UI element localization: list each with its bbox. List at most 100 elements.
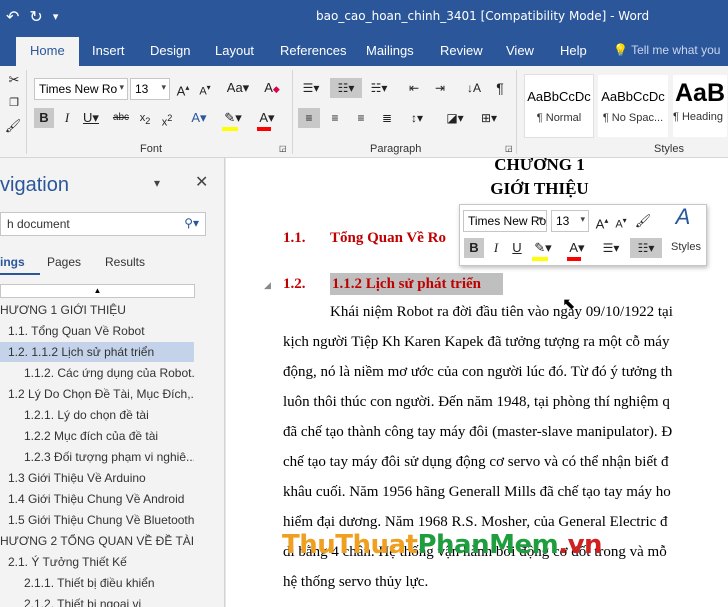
- align-center-icon[interactable]: ≡: [324, 108, 346, 128]
- customize-qat-icon[interactable]: ▾: [53, 10, 59, 26]
- mini-format-painter-icon[interactable]: 🖌: [632, 211, 654, 231]
- body-line[interactable]: chế tạo tay máy đôi sử dụng động cơ serv…: [283, 454, 669, 471]
- bold-button[interactable]: B: [34, 108, 54, 128]
- change-case-icon[interactable]: Aa▾: [224, 78, 252, 98]
- tab-references[interactable]: References: [280, 43, 346, 58]
- line-spacing-icon[interactable]: ↕▾: [404, 108, 430, 128]
- paragraph-dialog-launcher-icon[interactable]: ◲: [505, 144, 513, 154]
- strikethrough-button[interactable]: abc: [110, 108, 132, 128]
- borders-icon[interactable]: ⊞▾: [476, 108, 502, 128]
- nav-heading[interactable]: 1.2.2 Mục đích của đề tài: [0, 426, 194, 446]
- nav-heading[interactable]: 1.5 Giới Thiệu Chung Về Bluetooth: [0, 510, 194, 530]
- nav-heading[interactable]: 1.4 Giới Thiệu Chung Về Android: [0, 489, 194, 509]
- style-no-spacing[interactable]: AaBbCcDc ¶ No Spac...: [597, 74, 669, 138]
- mini-italic-button[interactable]: I: [487, 238, 505, 258]
- nav-tab-headings[interactable]: ings: [0, 255, 25, 269]
- font-dialog-launcher-icon[interactable]: ◲: [279, 144, 287, 154]
- bullets-icon[interactable]: ☰▾: [298, 78, 324, 98]
- show-formatting-icon[interactable]: ¶: [490, 78, 510, 98]
- decrease-indent-icon[interactable]: ⇤: [404, 78, 424, 98]
- mini-bold-button[interactable]: B: [464, 238, 484, 258]
- mini-font-size-combo[interactable]: 13 ▾: [551, 210, 589, 232]
- align-right-icon[interactable]: ≡: [350, 108, 372, 128]
- font-color-icon[interactable]: A▾: [254, 108, 280, 131]
- body-line[interactable]: kịch người Tiệp Kh Karen Kapek đã tưởng …: [283, 334, 669, 351]
- close-icon[interactable]: ✕: [195, 172, 208, 192]
- mini-numbering-icon[interactable]: ☷▾: [630, 238, 662, 258]
- mini-styles-icon[interactable]: A: [668, 206, 698, 228]
- clear-formatting-icon[interactable]: A◆: [262, 78, 282, 99]
- collapse-heading-icon[interactable]: ◢: [264, 280, 271, 291]
- body-line[interactable]: luôn thôi thúc con người. Đến năm 1948, …: [283, 394, 670, 411]
- highlight-icon[interactable]: ✎▾: [220, 108, 246, 131]
- tab-layout[interactable]: Layout: [215, 43, 254, 58]
- nav-heading-selected[interactable]: 1.2. 1.1.2 Lịch sử phát triển: [0, 342, 194, 362]
- undo-icon[interactable]: ↶: [6, 7, 19, 26]
- sort-icon[interactable]: ↓A: [464, 78, 484, 98]
- font-size-combo[interactable]: 13 ▾: [130, 78, 170, 100]
- cut-icon[interactable]: ✂: [6, 70, 22, 90]
- nav-heading[interactable]: 2.1.1. Thiết bị điều khiển: [0, 573, 194, 593]
- body-line[interactable]: hiểm đại dương. Năm 1968 R.S. Mosher, củ…: [283, 514, 668, 531]
- tab-design[interactable]: Design: [150, 43, 190, 58]
- mini-bullets-icon[interactable]: ☰▾: [598, 238, 624, 258]
- nav-heading[interactable]: 2.1. Ý Tưởng Thiết Kế: [0, 552, 194, 572]
- nav-heading[interactable]: HƯƠNG 1 GIỚI THIỆU: [0, 300, 194, 320]
- increase-indent-icon[interactable]: ⇥: [430, 78, 450, 98]
- mini-grow-font-icon[interactable]: A▴: [593, 211, 611, 234]
- search-icon[interactable]: ⚲▾: [184, 216, 199, 230]
- redo-icon[interactable]: ↻: [29, 7, 42, 26]
- nav-heading[interactable]: 1.3 Giới Thiệu Về Arduino: [0, 468, 194, 488]
- shading-icon[interactable]: ◪▾: [442, 108, 468, 128]
- superscript-button[interactable]: x2: [158, 108, 176, 133]
- body-line[interactable]: khâu cuối. Năm 1956 hãng Generall Mills …: [283, 484, 671, 501]
- nav-tab-pages[interactable]: Pages: [47, 255, 81, 269]
- mini-highlight-icon[interactable]: ✎▾: [530, 238, 556, 261]
- nav-tab-results[interactable]: Results: [105, 255, 145, 269]
- shrink-font-icon[interactable]: A▾: [196, 78, 214, 102]
- italic-button[interactable]: I: [58, 108, 76, 128]
- heading-text-selected[interactable]: 1.1.2 Lịch sử phát triển: [330, 273, 504, 295]
- mini-font-color-icon[interactable]: A▾: [564, 238, 590, 261]
- style-heading[interactable]: AaB ¶ Heading: [672, 74, 728, 138]
- grow-font-icon[interactable]: A▴: [174, 78, 192, 101]
- collapse-up-icon[interactable]: ▲: [0, 284, 195, 298]
- nav-heading[interactable]: 1.2.3 Đối tượng phạm vi nghiê...: [0, 447, 194, 467]
- body-line[interactable]: Khái niệm Robot ra đời đầu tiên vào ngày…: [330, 304, 673, 321]
- nav-heading[interactable]: HƯƠNG 2 TỔNG QUAN VỀ ĐỀ TÀI: [0, 531, 194, 551]
- format-painter-icon[interactable]: 🖌: [4, 116, 22, 136]
- mini-font-name-combo[interactable]: Times New Ro ▾: [463, 210, 547, 232]
- nav-heading[interactable]: 1.2.1. Lý do chọn đề tài: [0, 405, 194, 425]
- tab-insert[interactable]: Insert: [92, 43, 125, 58]
- text-effects-icon[interactable]: A▾: [186, 108, 212, 128]
- multilevel-list-icon[interactable]: ☵▾: [366, 78, 392, 98]
- body-line[interactable]: động, nó là niềm mơ ước của con người lú…: [283, 364, 672, 381]
- heading-text[interactable]: Tổng Quan Về Ro: [330, 230, 446, 247]
- font-name-combo[interactable]: Times New Ro ▾: [34, 78, 128, 100]
- numbering-icon[interactable]: ☷▾: [330, 78, 362, 98]
- tell-me-box[interactable]: 💡 Tell me what you: [613, 43, 720, 57]
- nav-search-input[interactable]: h document ⚲▾: [0, 212, 206, 236]
- nav-heading[interactable]: 1.1. Tổng Quan Về Robot: [0, 321, 194, 341]
- style-normal[interactable]: AaBbCcDc ¶ Normal: [524, 74, 594, 138]
- nav-heading[interactable]: 1.1.2. Các ứng dụng của Robot.: [0, 363, 194, 383]
- tab-home[interactable]: Home: [16, 37, 79, 66]
- justify-icon[interactable]: ≣: [376, 108, 398, 128]
- body-line[interactable]: hệ thống servo thủy lực.: [283, 574, 428, 591]
- tab-help[interactable]: Help: [560, 43, 587, 58]
- copy-icon[interactable]: ❐: [6, 93, 22, 113]
- mini-styles-label: Styles: [671, 241, 701, 253]
- tab-mailings[interactable]: Mailings: [366, 43, 414, 58]
- body-line[interactable]: đã chế tạo thành công tay máy đôi (maste…: [283, 424, 672, 441]
- subscript-button[interactable]: x2: [136, 108, 154, 131]
- nav-heading[interactable]: 1.2 Lý Do Chọn Đề Tài, Mục Đích,...: [0, 384, 194, 404]
- nav-options-icon[interactable]: ▾: [154, 176, 160, 190]
- align-left-icon[interactable]: ≡: [298, 108, 320, 128]
- underline-button[interactable]: U▾: [80, 108, 102, 128]
- mini-shrink-font-icon[interactable]: A▾: [613, 211, 629, 235]
- style-preview: AaB: [675, 79, 726, 107]
- tab-view[interactable]: View: [506, 43, 534, 58]
- mini-underline-button[interactable]: U: [508, 238, 526, 258]
- tab-review[interactable]: Review: [440, 43, 483, 58]
- nav-heading[interactable]: 2.1.2. Thiết bị ngoại vi: [0, 594, 194, 607]
